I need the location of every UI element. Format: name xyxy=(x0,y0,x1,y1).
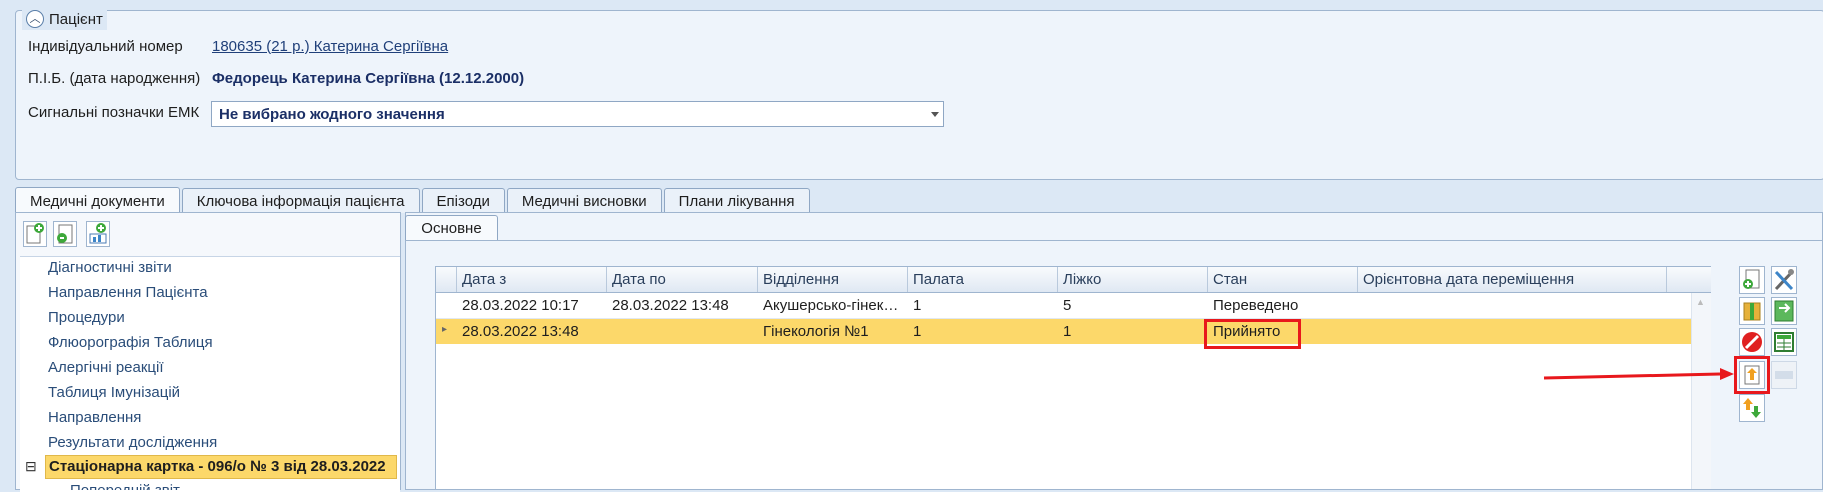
column-header-date-from[interactable]: Дата з xyxy=(462,271,506,288)
document-refresh-icon xyxy=(57,224,73,244)
tree-item-procedures[interactable]: Процедури xyxy=(48,309,125,326)
signal-marks-select[interactable]: Не вибрано жодного значення xyxy=(211,101,944,127)
cell-bed: 1 xyxy=(1063,323,1072,340)
add-document-icon xyxy=(26,223,44,244)
tree-item-diagnostic-reports[interactable]: Діагностичні звіти xyxy=(48,259,172,276)
tree-item-referrals[interactable]: Направлення xyxy=(48,409,141,426)
full-name-value: Федорець Катерина Сергіївна (12.12.2000) xyxy=(212,70,525,87)
tools-icon xyxy=(1774,269,1794,291)
tab-main[interactable]: Основне xyxy=(405,215,498,241)
column-header-department[interactable]: Відділення xyxy=(763,271,839,288)
cell-department: Акушерсько-гінек… xyxy=(763,297,899,314)
column-header-ward[interactable]: Палата xyxy=(913,271,964,288)
scroll-up-icon[interactable]: ▲ xyxy=(1696,297,1705,307)
book-button[interactable] xyxy=(1739,297,1765,325)
tab-medical-documents[interactable]: Медичні документи xyxy=(15,187,180,214)
tree-item-allergies[interactable]: Алергічні реакції xyxy=(48,359,164,376)
main-tabs: Медичні документи Ключова інформація пац… xyxy=(15,187,812,214)
exchange-button[interactable] xyxy=(1771,297,1797,325)
exchange-icon xyxy=(1774,300,1794,322)
individual-number-label: Індивідуальний номер xyxy=(28,38,183,55)
tree-collapse-toggle[interactable]: ⊟ xyxy=(25,458,37,475)
cancel-icon xyxy=(1742,332,1762,352)
document-add-icon xyxy=(1743,269,1760,289)
collapse-icon[interactable]: ︿ xyxy=(26,10,44,28)
subtab-divider xyxy=(405,240,1823,241)
tab-medical-conclusions[interactable]: Медичні висновки xyxy=(506,188,662,213)
add-chart-icon xyxy=(89,223,107,244)
patient-legend: ︿ Пацієнт xyxy=(22,8,107,30)
transfer-highlight-box xyxy=(1734,356,1770,394)
patient-panel xyxy=(15,10,1823,180)
tree-item-immunizations[interactable]: Таблиця Імунізацій xyxy=(48,384,180,401)
cell-date-to: 28.03.2022 13:48 xyxy=(612,297,729,314)
tab-treatment-plans[interactable]: Плани лікування xyxy=(663,188,810,213)
tree-selected-item[interactable]: Стаціонарна картка - 096/о № 3 від 28.03… xyxy=(45,455,397,479)
row-indicator-icon: ▸ xyxy=(442,324,448,335)
tab-episodes[interactable]: Епізоди xyxy=(421,188,505,213)
signal-marks-label: Сигнальні позначки ЕМК xyxy=(28,104,200,121)
column-header-date-to[interactable]: Дата по xyxy=(612,271,666,288)
add-document-side-button[interactable] xyxy=(1739,266,1765,294)
cell-date-from: 28.03.2022 13:48 xyxy=(462,323,579,340)
move-button[interactable] xyxy=(1739,394,1765,422)
cell-ward: 1 xyxy=(913,297,922,314)
status-highlight-box xyxy=(1204,319,1301,349)
cell-status: Переведено xyxy=(1213,297,1299,314)
cancel-button[interactable] xyxy=(1739,328,1765,356)
tree-item-fluorography[interactable]: Флюорографія Таблиця xyxy=(48,334,213,351)
individual-number-link[interactable]: 180635 (21 р.) Катерина Сергіївна xyxy=(212,38,448,55)
disabled-side-button xyxy=(1771,361,1797,389)
tree-selected-label: Стаціонарна картка - 096/о № 3 від 28.03… xyxy=(49,458,386,475)
table-button[interactable] xyxy=(1771,328,1797,356)
tree-item-research-results[interactable]: Результати дослідження xyxy=(48,434,217,451)
add-chart-button[interactable] xyxy=(86,221,110,247)
chevron-down-icon[interactable] xyxy=(931,112,939,117)
book-icon xyxy=(1743,302,1761,321)
refresh-document-button[interactable] xyxy=(53,221,77,247)
movements-grid: Дата з Дата по Відділення Палата Ліжко С… xyxy=(435,266,1711,490)
add-document-button[interactable] xyxy=(23,221,47,247)
move-icon xyxy=(1743,398,1761,418)
signal-marks-value: Не вибрано жодного значення xyxy=(219,106,445,123)
table-row[interactable]: 28.03.2022 10:17 28.03.2022 13:48 Акушер… xyxy=(436,293,1710,319)
cell-department: Гінекологія №1 xyxy=(763,323,869,340)
patient-section-title: Пацієнт xyxy=(49,10,103,28)
table-row-selected[interactable]: ▸ 28.03.2022 13:48 Гінекологія №1 1 1 Пр… xyxy=(436,319,1710,344)
cell-ward: 1 xyxy=(913,323,922,340)
column-header-status[interactable]: Стан xyxy=(1213,271,1247,288)
tree-item-patient-referrals[interactable]: Направлення Пацієнта xyxy=(48,284,208,301)
grid-scrollbar[interactable]: ▲ xyxy=(1691,293,1711,489)
column-header-estimated-move-date[interactable]: Орієнтовна дата переміщення xyxy=(1363,271,1574,288)
table-icon xyxy=(1774,332,1794,352)
grid-header: Дата з Дата по Відділення Палата Ліжко С… xyxy=(436,267,1711,293)
full-name-label: П.І.Б. (дата народження) xyxy=(28,70,201,87)
disabled-button-icon xyxy=(1775,371,1793,379)
cell-date-from: 28.03.2022 10:17 xyxy=(462,297,579,314)
tab-key-info[interactable]: Ключова інформація пацієнта xyxy=(181,188,420,213)
annotation-arrow-icon xyxy=(1543,368,1734,380)
tools-button[interactable] xyxy=(1771,266,1797,294)
tree-item-previous-report[interactable]: Попередній звіт xyxy=(70,482,180,490)
column-header-bed[interactable]: Ліжко xyxy=(1063,271,1101,288)
cell-bed: 5 xyxy=(1063,297,1072,314)
